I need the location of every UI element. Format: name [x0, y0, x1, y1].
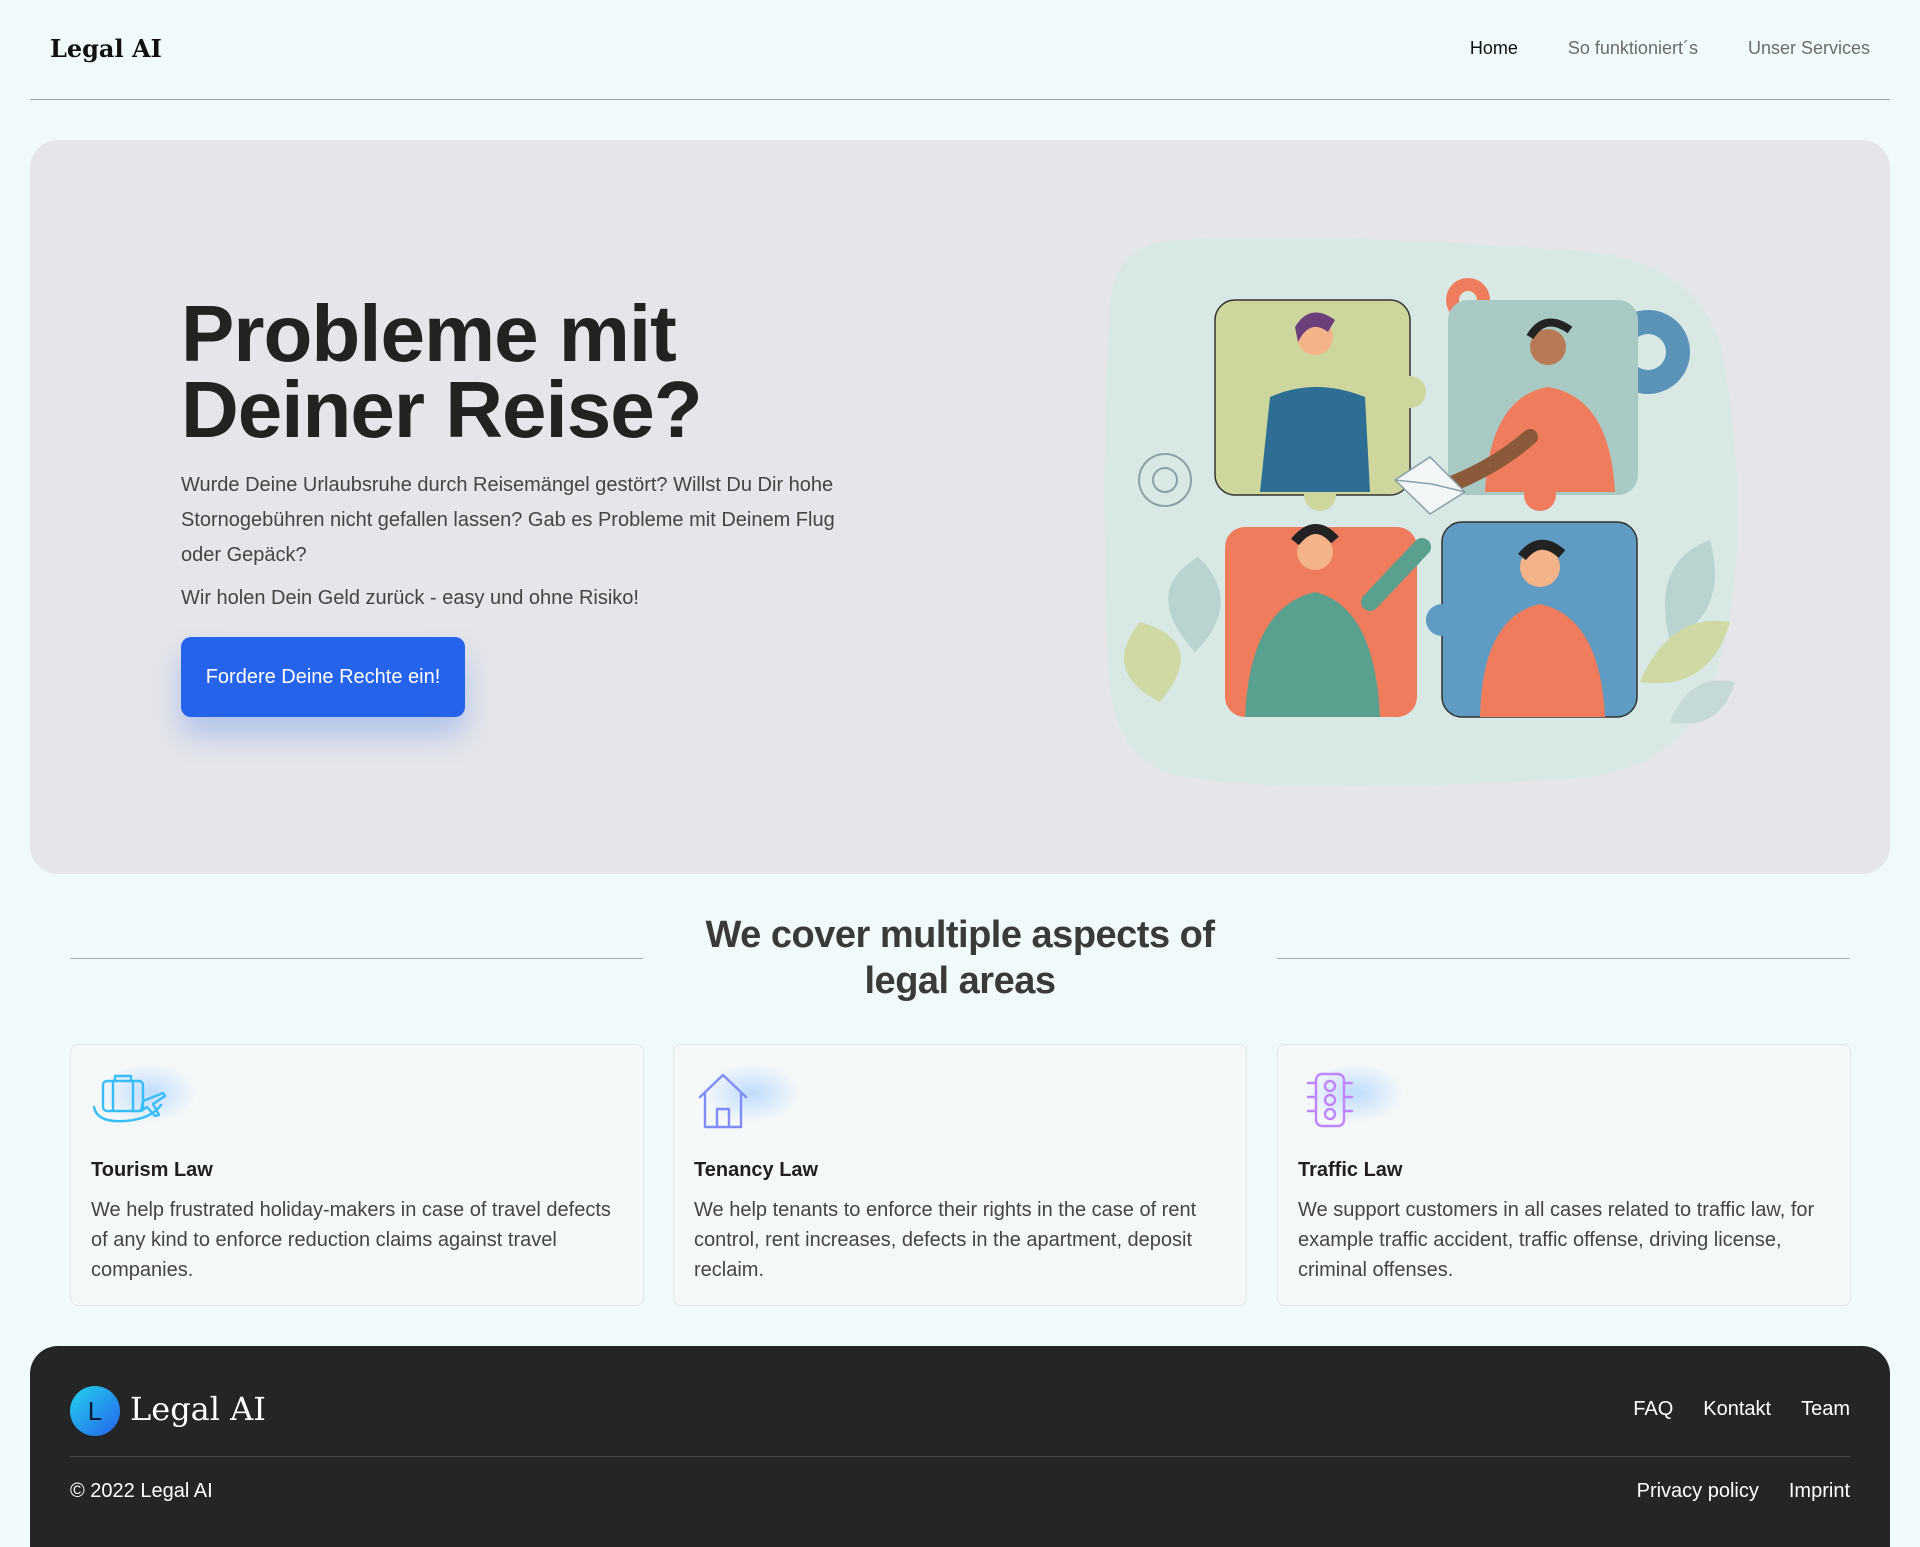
- footer-link-faq[interactable]: FAQ: [1633, 1398, 1673, 1421]
- nav-link-home[interactable]: Home: [1470, 38, 1518, 59]
- divider-right: [1277, 958, 1850, 959]
- cta-button[interactable]: Fordere Deine Rechte ein!: [181, 637, 465, 717]
- footer-link-privacy[interactable]: Privacy policy: [1637, 1480, 1759, 1503]
- card-text: We help frustrated holiday-makers in cas…: [91, 1199, 611, 1281]
- nav-links: Home So funktioniert´s Unser Services: [1470, 38, 1870, 59]
- footer-link-imprint[interactable]: Imprint: [1789, 1480, 1850, 1503]
- card-text: We support customers in all cases relate…: [1298, 1199, 1815, 1281]
- hero-title-line2: Deiner Reise?: [181, 365, 703, 454]
- site-footer: L Legal AI FAQ Kontakt Team © 2022 Legal…: [30, 1346, 1890, 1547]
- footer-divider: [70, 1456, 1850, 1457]
- card-tenancy-law[interactable]: Tenancy Law We help tenants to enforce t…: [673, 1044, 1247, 1306]
- card-tourism-law[interactable]: Tourism Law We help frustrated holiday-m…: [70, 1044, 644, 1306]
- footer-links: FAQ Kontakt Team: [1633, 1398, 1850, 1421]
- card-title: Tourism Law: [91, 1159, 213, 1181]
- card-title: Traffic Law: [1298, 1159, 1403, 1181]
- traffic-light-icon: [1306, 1072, 1354, 1128]
- footer-logo[interactable]: Legal AI: [130, 1390, 266, 1428]
- hero-subline: Wir holen Dein Geld zurück - easy und oh…: [181, 587, 639, 609]
- nav-link-services[interactable]: Unser Services: [1748, 38, 1870, 59]
- site-logo[interactable]: Legal AI: [50, 34, 162, 63]
- footer-link-team[interactable]: Team: [1801, 1398, 1850, 1421]
- copyright: © 2022 Legal AI: [70, 1480, 213, 1502]
- hero-description: Wurde Deine Urlaubsruhe durch Reisemänge…: [181, 474, 835, 566]
- section-title: We cover multiple aspects of legal areas: [705, 914, 1215, 1002]
- footer-logo-mark[interactable]: L: [70, 1386, 120, 1436]
- card-title: Tenancy Law: [694, 1159, 819, 1181]
- hero-illustration: [1104, 237, 1738, 787]
- footer-legal-links: Privacy policy Imprint: [1637, 1480, 1850, 1503]
- house-icon: [698, 1073, 748, 1129]
- hero-title: Probleme mit Deiner Reise?: [181, 294, 801, 450]
- card-text: We help tenants to enforce their rights …: [694, 1199, 1197, 1281]
- divider-left: [70, 958, 643, 959]
- top-nav: Legal AI Home So funktioniert´s Unser Se…: [30, 0, 1890, 100]
- nav-link-how-it-works[interactable]: So funktioniert´s: [1568, 38, 1698, 59]
- hero-section: Probleme mit Deiner Reise? Wurde Deine U…: [30, 140, 1890, 874]
- footer-link-kontakt[interactable]: Kontakt: [1703, 1398, 1771, 1421]
- card-traffic-law[interactable]: Traffic Law We support customers in all …: [1277, 1044, 1851, 1306]
- suitcase-plane-icon: [92, 1074, 167, 1123]
